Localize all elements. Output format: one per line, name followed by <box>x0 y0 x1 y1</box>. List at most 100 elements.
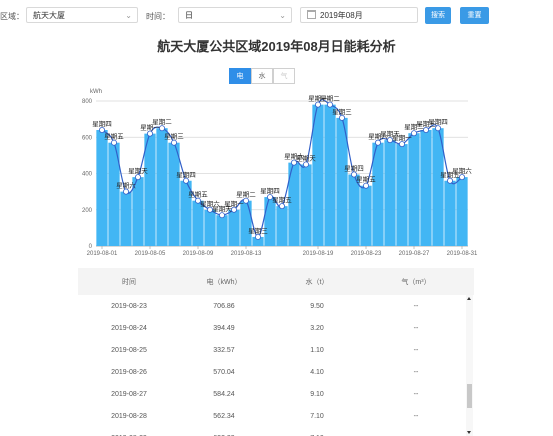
tab-water[interactable]: 水 <box>251 68 273 84</box>
bar[interactable] <box>96 130 108 246</box>
bar[interactable] <box>324 104 336 246</box>
time-select[interactable]: 日 ⌄ <box>178 7 292 23</box>
data-point[interactable] <box>147 130 154 137</box>
y-tick-label: 400 <box>82 172 93 178</box>
table-cell: -- <box>413 346 419 354</box>
point-label: 星期二 <box>152 118 172 126</box>
tab-gas[interactable]: 气 <box>273 68 295 84</box>
bar[interactable] <box>408 133 420 246</box>
bar[interactable] <box>228 209 240 246</box>
table-cell: 2019-08-26 <box>111 368 147 376</box>
point-label: 星期六 <box>452 166 472 175</box>
data-point[interactable] <box>159 125 166 132</box>
bar[interactable] <box>420 130 432 246</box>
data-point[interactable] <box>135 174 142 181</box>
point-label: 星期二 <box>236 191 256 199</box>
area-select-value: 航天大厦 <box>33 11 65 20</box>
bar[interactable] <box>300 164 312 246</box>
reset-button[interactable]: 重置 <box>460 7 489 24</box>
area-label: 区域： <box>0 12 24 21</box>
point-label: 星期二 <box>320 95 340 103</box>
data-point[interactable] <box>314 101 321 108</box>
header-gas: 气（m³） <box>401 278 431 286</box>
table-row: 2019-08-26 570.04 4.10 -- <box>78 361 474 383</box>
bar[interactable] <box>156 128 168 246</box>
table-cell: 9.50 <box>310 302 324 310</box>
point-label: 星期三 <box>164 133 184 141</box>
table-cell: 9.10 <box>310 390 324 398</box>
daily-energy-chart: kWh 星期四星期五星期六星期天星期一星期二星期三星期四星期五星期六星期天星期一… <box>82 89 478 257</box>
data-point[interactable] <box>254 233 261 240</box>
data-point[interactable] <box>123 188 130 195</box>
point-label: 星期四 <box>428 118 448 126</box>
header-water: 水（t） <box>305 278 329 286</box>
bar[interactable] <box>456 177 468 246</box>
table-cell: 2019-08-25 <box>111 346 147 354</box>
x-tick-label: 2019-08-27 <box>399 251 430 257</box>
bar[interactable] <box>348 174 360 246</box>
date-picker-input[interactable]: 2019年08月 <box>300 7 418 23</box>
bar[interactable] <box>276 206 288 246</box>
area-select[interactable]: 航天大厦 ⌄ <box>26 7 138 23</box>
data-point[interactable] <box>374 139 381 146</box>
bar[interactable] <box>144 133 156 246</box>
data-point[interactable] <box>446 177 453 184</box>
calendar-icon <box>307 10 316 19</box>
table-cell: -- <box>413 302 419 310</box>
filter-toolbar: 区域： 航天大厦 ⌄ 时间： 日 ⌄ 2019年08月 搜索 重置 <box>0 0 553 30</box>
point-label: 星期六 <box>116 181 136 190</box>
data-point[interactable] <box>278 203 285 210</box>
bar[interactable] <box>168 142 180 246</box>
table-row: 2019-08-24 394.49 3.20 -- <box>78 317 474 339</box>
bar[interactable] <box>204 209 216 246</box>
point-label: 星期四 <box>344 164 364 172</box>
y-tick-label: 0 <box>89 244 93 250</box>
bar[interactable] <box>120 191 132 246</box>
scrollbar-thumb[interactable] <box>467 384 472 408</box>
search-button[interactable]: 搜索 <box>425 7 451 24</box>
table-cell: -- <box>413 368 419 376</box>
table-cell: 1.10 <box>310 346 324 354</box>
point-label: 星期五 <box>188 191 208 199</box>
x-tick-label: 2019-08-19 <box>303 251 334 257</box>
bar[interactable] <box>444 180 456 246</box>
bar[interactable] <box>360 185 372 246</box>
data-point[interactable] <box>326 101 333 108</box>
data-point[interactable] <box>398 141 405 148</box>
table-row: 2019-08-29622.337.10-- <box>78 427 474 436</box>
bar[interactable] <box>264 197 276 246</box>
header-time: 时间 <box>122 278 136 286</box>
table-body: 2019-08-23 706.86 9.50 -- 2019-08-24 394.49 3.… <box>78 295 474 436</box>
data-point[interactable] <box>302 161 309 168</box>
table-scrollbar[interactable] <box>466 295 473 436</box>
data-point[interactable] <box>230 206 237 213</box>
point-label: 星期天 <box>296 154 316 162</box>
scroll-down-icon[interactable] <box>467 431 471 434</box>
bar[interactable] <box>384 140 396 246</box>
x-tick-label: 2019-08-01 <box>87 251 118 257</box>
tab-electricity[interactable]: 电 <box>229 68 251 84</box>
table-cell: 584.24 <box>213 390 235 398</box>
data-point[interactable] <box>362 182 369 189</box>
point-label: 星期五 <box>104 133 124 141</box>
data-point[interactable] <box>458 174 465 181</box>
data-point[interactable] <box>410 130 417 137</box>
time-label: 时间： <box>146 12 170 21</box>
header-electricity: 电（kWh） <box>206 278 242 286</box>
data-point[interactable] <box>434 125 441 132</box>
data-point[interactable] <box>171 139 178 146</box>
point-label: 星期三 <box>248 227 268 235</box>
point-label: 星期三 <box>332 108 352 116</box>
data-point[interactable] <box>338 114 345 121</box>
data-point[interactable] <box>242 197 249 204</box>
bar[interactable] <box>216 215 228 246</box>
point-label: 星期五 <box>356 176 376 184</box>
bar[interactable] <box>396 144 408 246</box>
data-point[interactable] <box>111 139 118 146</box>
scroll-up-icon[interactable] <box>467 297 471 300</box>
table-cell: 562.34 <box>213 412 235 420</box>
table-cell: 394.49 <box>213 324 235 332</box>
data-point[interactable] <box>183 177 190 184</box>
data-point[interactable] <box>218 212 225 219</box>
data-point[interactable] <box>422 127 429 134</box>
